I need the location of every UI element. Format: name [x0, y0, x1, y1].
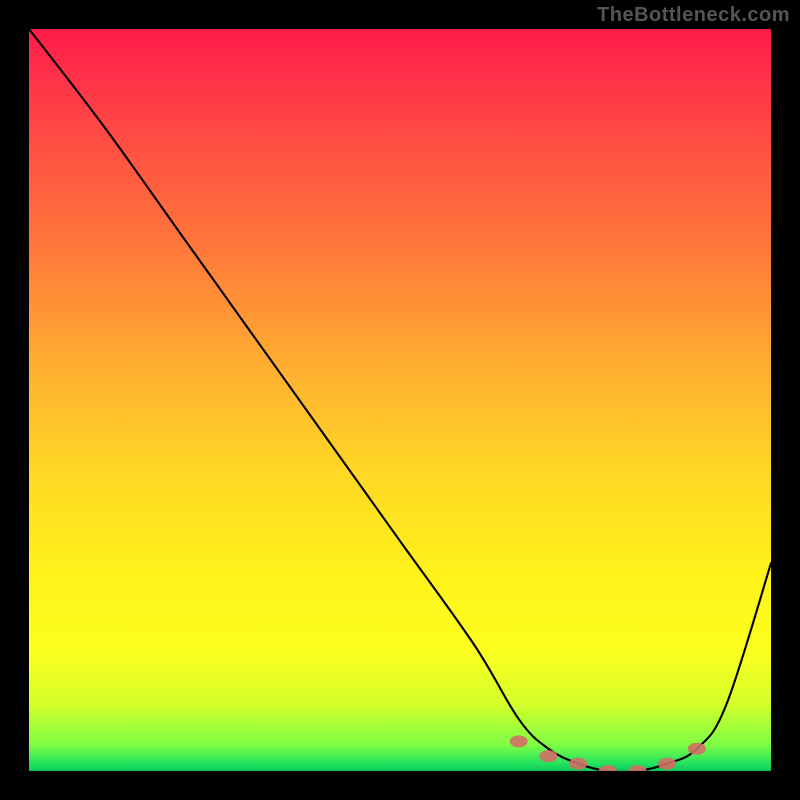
marker-dot [658, 758, 676, 770]
marker-dot [599, 765, 617, 771]
marker-dot [569, 758, 587, 770]
chart-stage: TheBottleneck.com [0, 0, 800, 800]
marker-dot [539, 750, 557, 762]
marker-dot [688, 743, 706, 755]
bottleneck-curve [29, 29, 771, 771]
watermark-text: TheBottleneck.com [597, 4, 790, 27]
marker-dot [510, 735, 528, 747]
curve-layer [29, 29, 771, 771]
marker-dot [628, 765, 646, 771]
plot-area [29, 29, 771, 771]
